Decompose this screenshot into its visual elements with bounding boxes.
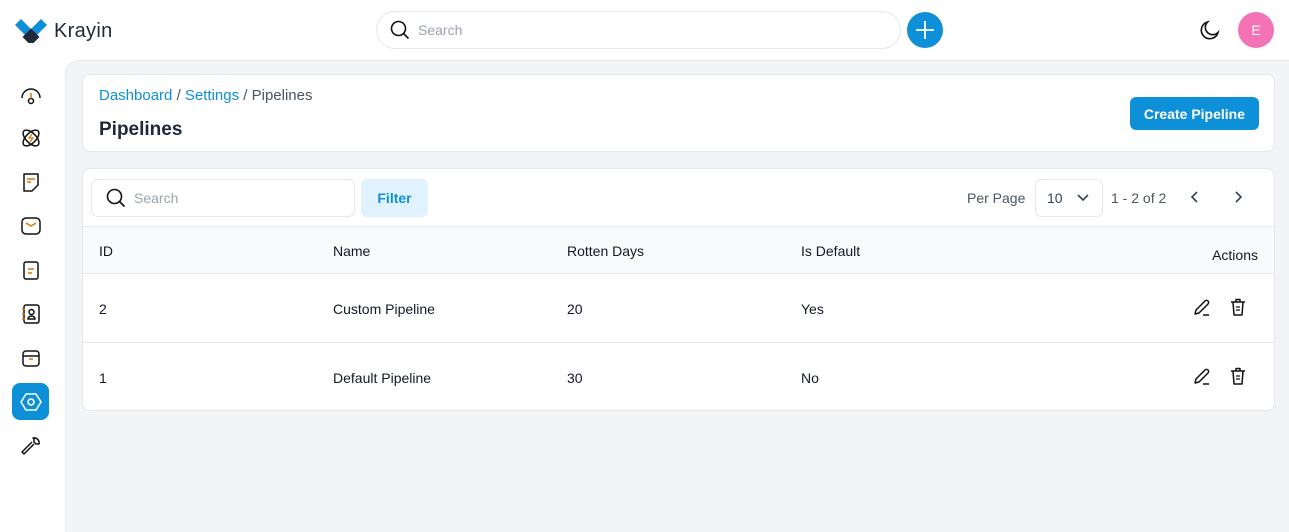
breadcrumb-current: Pipelines bbox=[251, 87, 313, 104]
column-header-actions: Actions bbox=[1212, 247, 1258, 263]
table-row: 2 Custom Pipeline 20 Yes bbox=[83, 274, 1274, 343]
krayin-logo-icon bbox=[15, 19, 47, 43]
breadcrumb-separator: / bbox=[176, 87, 181, 104]
cell-name: Custom Pipeline bbox=[333, 301, 435, 317]
search-icon bbox=[106, 188, 126, 208]
cell-name: Default Pipeline bbox=[333, 370, 432, 386]
sidebar-item-mail[interactable] bbox=[12, 207, 49, 244]
logo[interactable]: Krayin bbox=[15, 19, 113, 43]
cell-id: 1 bbox=[99, 370, 107, 386]
quick-create-button[interactable] bbox=[907, 12, 943, 48]
per-page-select[interactable]: 10 bbox=[1035, 179, 1103, 217]
column-header-name[interactable]: Name bbox=[333, 243, 370, 259]
cell-id: 2 bbox=[99, 301, 107, 317]
table-row: 1 Default Pipeline 30 No bbox=[83, 343, 1274, 410]
per-page-value: 10 bbox=[1047, 190, 1063, 206]
leads-icon bbox=[21, 128, 40, 147]
sidebar-item-dashboard[interactable] bbox=[12, 76, 49, 113]
chevron-left-icon[interactable] bbox=[1187, 189, 1203, 205]
table-search[interactable] bbox=[91, 179, 355, 217]
breadcrumb-separator: / bbox=[243, 87, 248, 104]
settings-icon bbox=[19, 392, 42, 411]
pipelines-datagrid: Filter Per Page 10 1 - 2 of 2 ID Name Ro… bbox=[82, 168, 1275, 411]
delete-icon[interactable] bbox=[1228, 366, 1248, 386]
sidebar-item-settings[interactable] bbox=[12, 383, 49, 420]
sidebar-item-quotes[interactable] bbox=[12, 163, 49, 200]
main-content: Dashboard / Settings / Pipelines Pipelin… bbox=[65, 60, 1289, 532]
sidebar-item-configuration[interactable] bbox=[12, 427, 49, 464]
logo-text: Krayin bbox=[54, 19, 113, 42]
column-header-is-default[interactable]: Is Default bbox=[801, 243, 860, 259]
per-page-label: Per Page bbox=[967, 190, 1026, 206]
delete-icon[interactable] bbox=[1228, 297, 1248, 317]
chevron-down-icon bbox=[1077, 194, 1089, 202]
dashboard-icon bbox=[20, 87, 41, 104]
edit-icon[interactable] bbox=[1192, 297, 1212, 317]
dark-mode-toggle-icon[interactable] bbox=[1198, 18, 1222, 42]
search-icon bbox=[390, 20, 410, 40]
sidebar-item-contacts[interactable] bbox=[12, 295, 49, 332]
page-title: Pipelines bbox=[99, 119, 183, 140]
products-icon bbox=[21, 349, 40, 367]
cell-rotten-days: 30 bbox=[567, 370, 583, 386]
chevron-right-icon[interactable] bbox=[1230, 189, 1246, 205]
quotes-icon bbox=[22, 172, 39, 192]
breadcrumb-dashboard[interactable]: Dashboard bbox=[99, 87, 172, 104]
sidebar-item-products[interactable] bbox=[12, 339, 49, 376]
edit-icon[interactable] bbox=[1192, 366, 1212, 386]
mail-icon bbox=[20, 216, 41, 235]
table-search-input[interactable] bbox=[134, 190, 334, 206]
pagination-range: 1 - 2 of 2 bbox=[1111, 190, 1167, 206]
breadcrumb: Dashboard / Settings / Pipelines bbox=[99, 87, 313, 104]
top-header: Krayin E bbox=[0, 0, 1289, 60]
cell-rotten-days: 20 bbox=[567, 301, 583, 317]
global-search-input[interactable] bbox=[418, 22, 858, 38]
breadcrumb-settings[interactable]: Settings bbox=[185, 87, 239, 104]
cell-is-default: Yes bbox=[801, 301, 824, 317]
activities-icon bbox=[22, 260, 39, 280]
sidebar-item-leads[interactable] bbox=[12, 119, 49, 156]
page-header-card: Dashboard / Settings / Pipelines Pipelin… bbox=[82, 74, 1275, 152]
user-avatar[interactable]: E bbox=[1238, 12, 1274, 48]
cell-is-default: No bbox=[801, 370, 819, 386]
contacts-icon bbox=[21, 303, 40, 324]
sidebar-item-activities[interactable] bbox=[12, 251, 49, 288]
column-header-rotten-days[interactable]: Rotten Days bbox=[567, 243, 644, 259]
create-pipeline-button[interactable]: Create Pipeline bbox=[1129, 97, 1259, 130]
global-search[interactable] bbox=[376, 11, 901, 49]
filter-button[interactable]: Filter bbox=[361, 179, 428, 217]
table-header: ID Name Rotten Days Is Default Actions bbox=[83, 226, 1274, 274]
sidebar bbox=[0, 60, 65, 532]
plus-icon bbox=[916, 21, 934, 39]
column-header-id[interactable]: ID bbox=[99, 243, 113, 259]
wrench-icon bbox=[20, 436, 40, 455]
